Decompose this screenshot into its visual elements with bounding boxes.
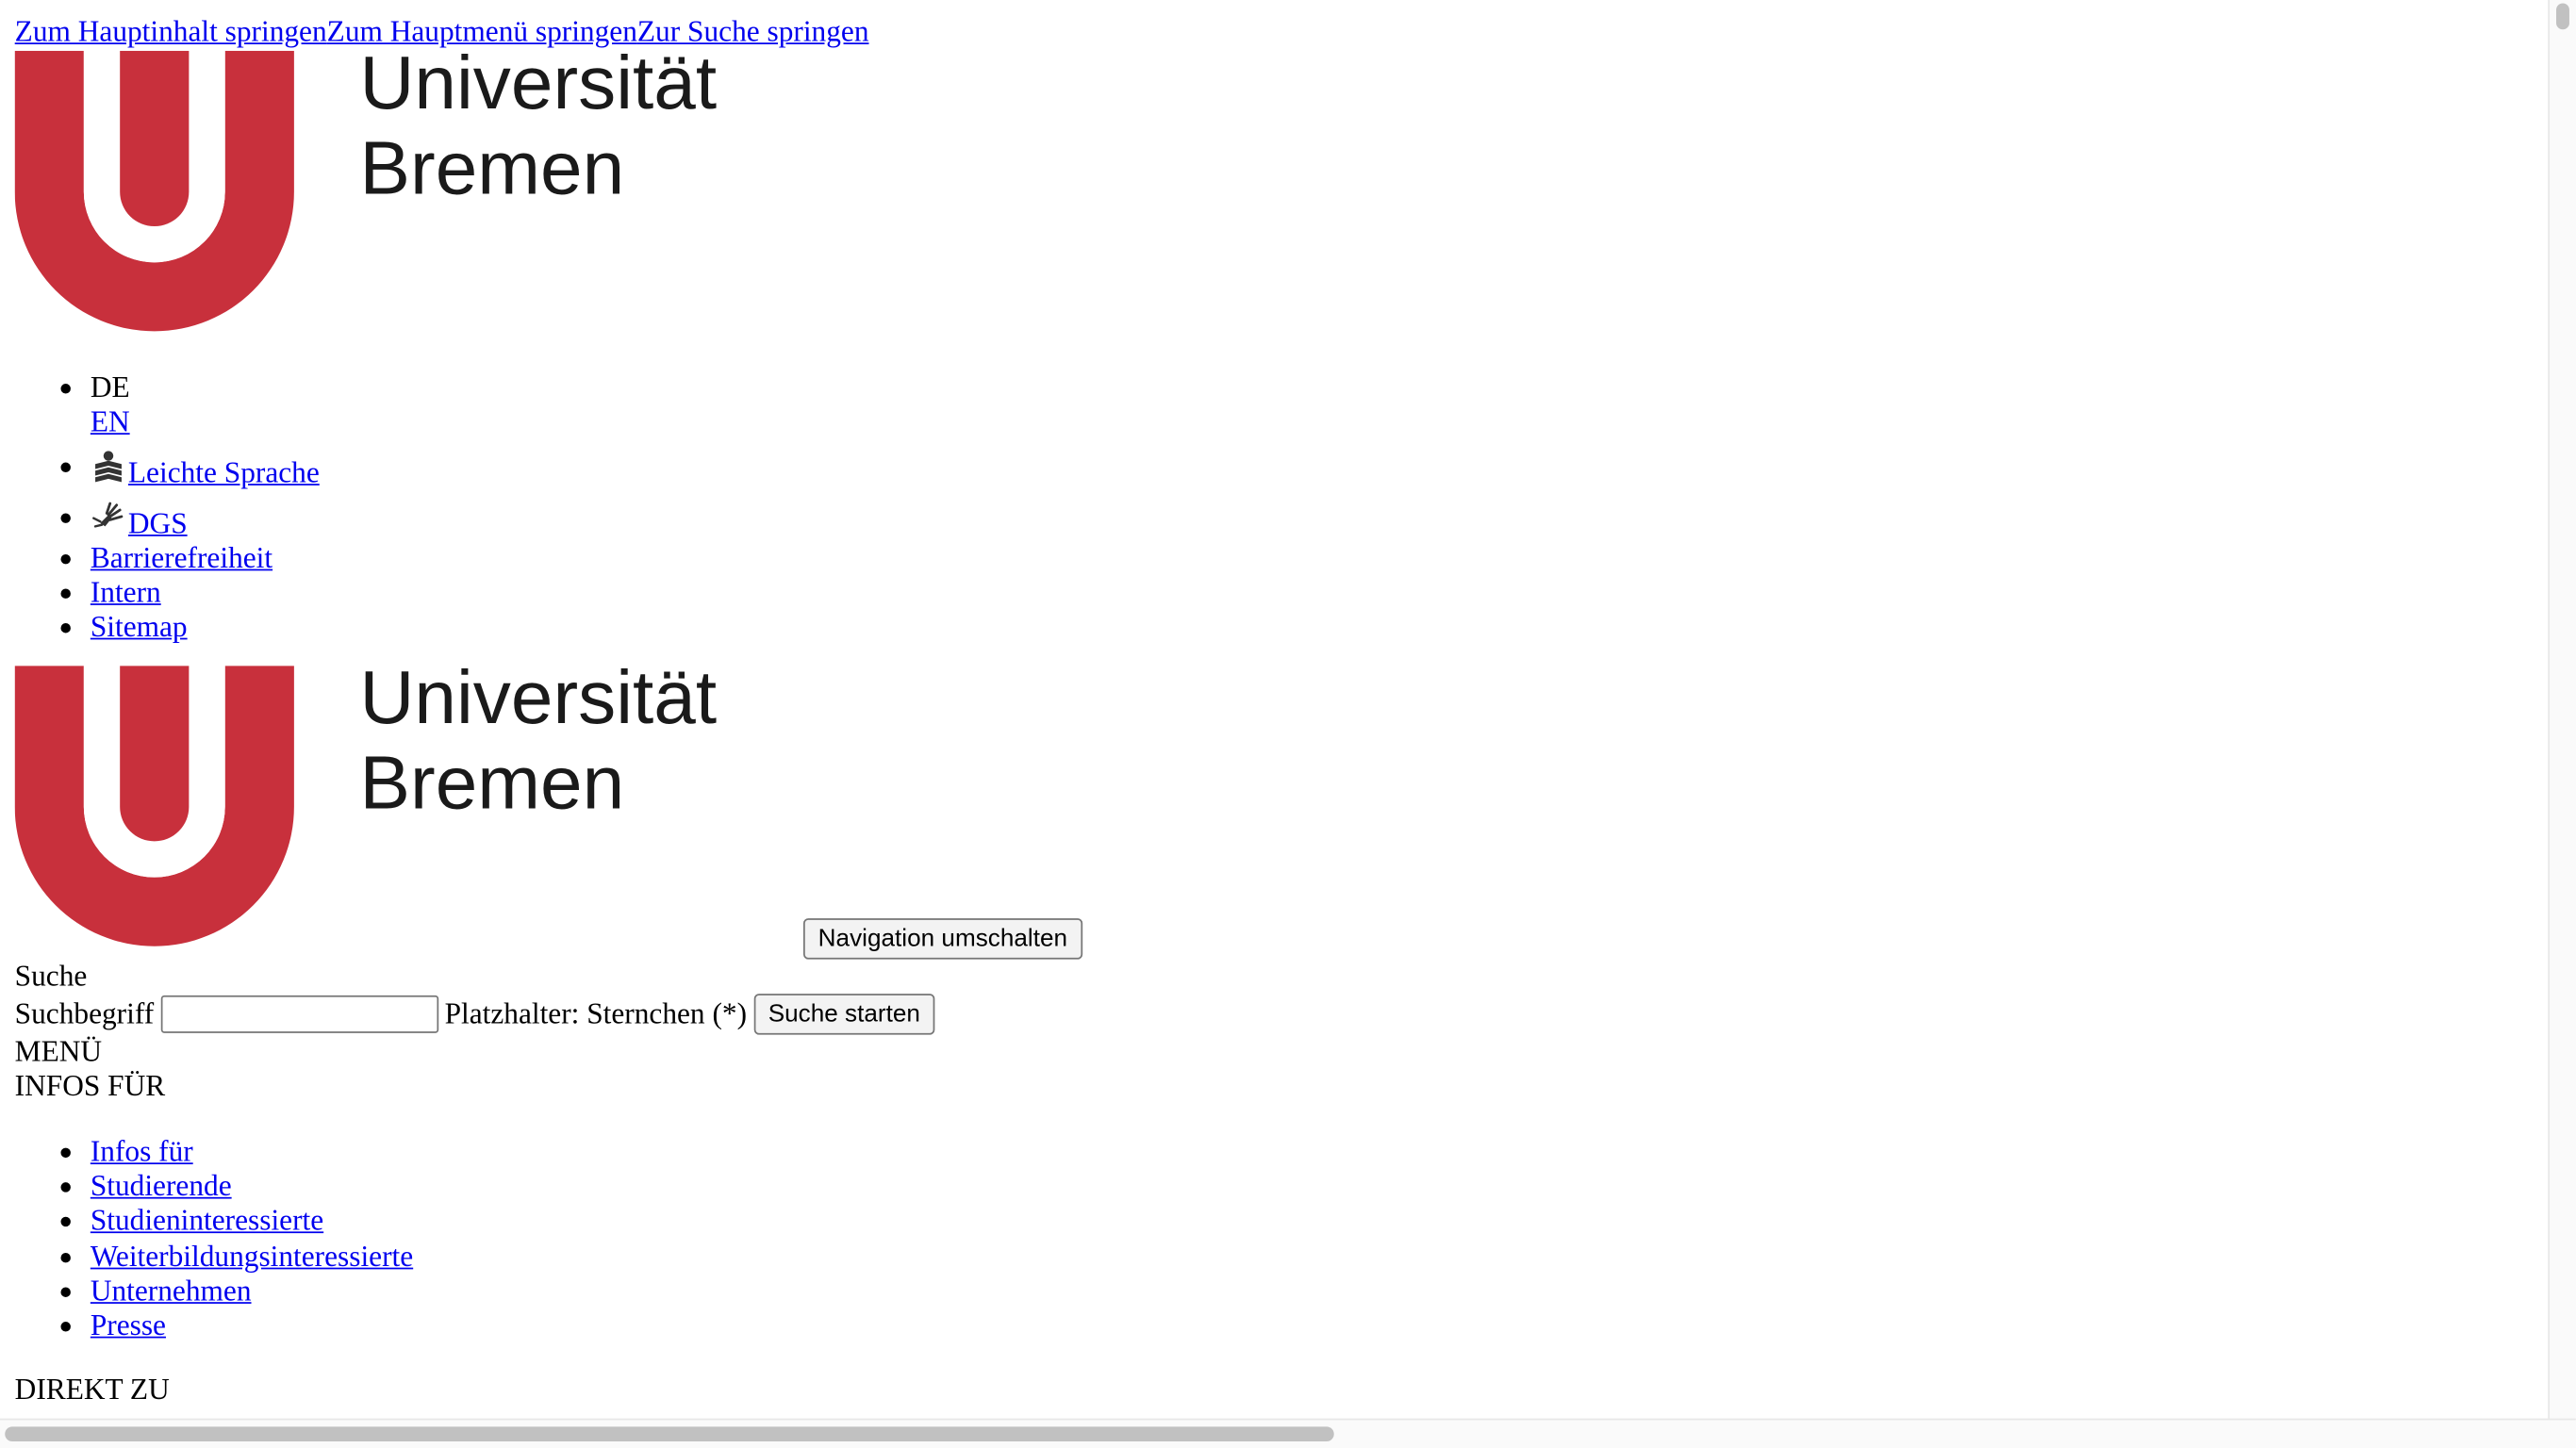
search-heading: Suche [14, 959, 88, 993]
search-submit-button[interactable]: Suche starten [753, 993, 935, 1034]
list-item: Studierende [60, 1170, 413, 1205]
infos-link-presse[interactable]: Presse [91, 1308, 166, 1341]
list-item: Unternehmen [60, 1274, 413, 1308]
page: Zum Hauptinhalt springenZum Hauptmenü sp… [0, 0, 2576, 1448]
vertical-scrollbar-thumb[interactable] [2556, 3, 2569, 30]
infos-heading: INFOS FÜR [14, 1069, 166, 1102]
infos-link-weiterbildungsinteressierte[interactable]: Weiterbildungsinteressierte [91, 1239, 413, 1272]
skip-link-search[interactable]: Zur Suche springen [637, 15, 869, 48]
infos-for-list: Infos für Studierende Studieninteressier… [60, 1135, 413, 1343]
easy-language-icon [91, 450, 126, 485]
university-logo-image: Universität Bremen [14, 666, 718, 946]
logo-wordmark-line2: Bremen [360, 125, 625, 209]
skip-links: Zum Hauptinhalt springenZum Hauptmenü sp… [15, 15, 869, 50]
direkt-zu-heading: DIREKT ZU [14, 1372, 170, 1406]
logo-wordmark-line2: Bremen [360, 741, 625, 825]
meta-item-sitemap: Sitemap [60, 610, 320, 645]
sitemap-link[interactable]: Sitemap [91, 610, 188, 643]
sign-language-icon [91, 501, 126, 536]
meta-item-intern: Intern [60, 576, 320, 611]
infos-link-infos-fuer[interactable]: Infos für [91, 1135, 193, 1168]
logo-wordmark-line1: Universität [360, 666, 718, 739]
list-item: Weiterbildungsinteressierte [60, 1239, 413, 1274]
skip-link-main-menu[interactable]: Zum Hauptmenü springen [327, 15, 637, 48]
meta-item-sign-language: DGS [60, 501, 320, 541]
infos-link-unternehmen[interactable]: Unternehmen [91, 1274, 252, 1307]
search-form: Suchbegriff Platzhalter: Sternchen (*) S… [15, 992, 935, 1034]
logo-wordmark-line1: Universität [360, 51, 718, 124]
university-logo-image: Universität Bremen [14, 50, 718, 332]
meta-navigation: DE EN Leichte Sprache DGS Barrierefreihe… [60, 370, 320, 645]
easy-language-link[interactable]: Leichte Sprache [128, 456, 320, 489]
menu-label[interactable]: MENÜ [15, 1035, 102, 1070]
infos-link-studierende[interactable]: Studierende [91, 1170, 232, 1203]
intern-link[interactable]: Intern [91, 576, 161, 609]
horizontal-scrollbar-thumb[interactable] [5, 1426, 1334, 1442]
list-item: Infos für [60, 1135, 413, 1170]
university-logo-header[interactable]: Universität Bremen [14, 50, 803, 333]
meta-item-accessibility: Barrierefreiheit [60, 541, 320, 576]
sign-language-link[interactable]: DGS [128, 507, 188, 540]
infos-link-studieninteressierte[interactable]: Studieninteressierte [91, 1204, 323, 1237]
search-wildcard-hint: Platzhalter: Sternchen (*) [444, 996, 748, 1029]
list-item: Presse [60, 1308, 413, 1343]
search-input[interactable] [160, 995, 438, 1033]
search-field-label: Suchbegriff [14, 996, 155, 1029]
horizontal-scrollbar[interactable] [0, 1418, 2576, 1448]
language-current: DE [90, 370, 130, 403]
list-item: Studieninteressierte [60, 1204, 413, 1239]
university-logo-main[interactable]: Universität Bremen [14, 666, 803, 947]
vertical-scrollbar[interactable] [2548, 0, 2576, 1421]
language-switcher: DE EN [60, 370, 320, 440]
accessibility-link[interactable]: Barrierefreiheit [91, 541, 272, 574]
language-link-en[interactable]: EN [91, 405, 320, 440]
meta-item-easy-language: Leichte Sprache [60, 450, 320, 490]
navigation-toggle-button[interactable]: Navigation umschalten [802, 918, 1082, 960]
skip-link-main-content[interactable]: Zum Hauptinhalt springen [15, 15, 327, 48]
